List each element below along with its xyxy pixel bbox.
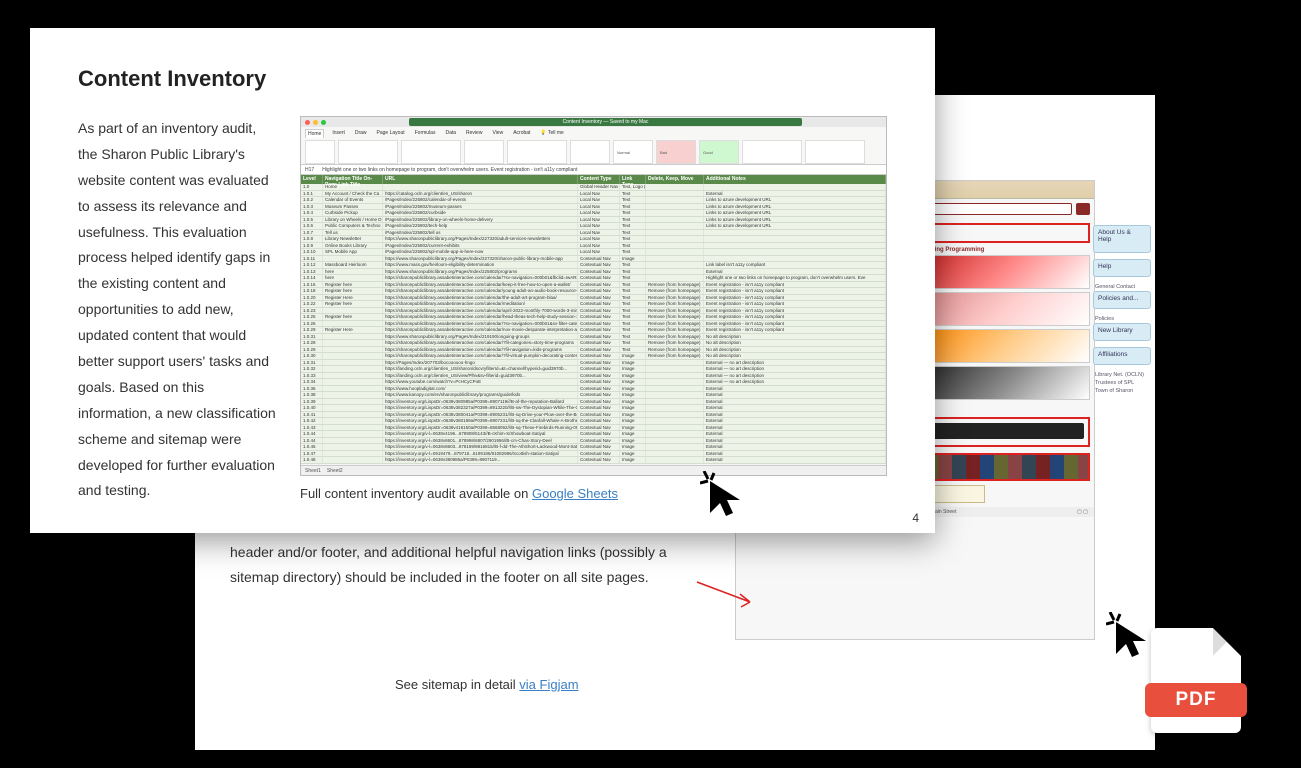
hdr-url: URL [383,175,578,184]
sidebar-affiliations: Affiliations [1093,347,1151,365]
sidebar-new-library: New Library [1093,323,1151,341]
page-title: Content Inventory [78,66,887,92]
spreadsheet-area: Content Inventory — Saved to my Mac Home… [300,116,887,504]
tool-group [401,140,461,164]
event-thumb [919,366,1090,400]
cursor-click-icon [1106,612,1156,662]
search-button-icon [1076,203,1090,215]
front-document-page: Content Inventory As part of an inventor… [30,28,935,533]
kanopy-logo [919,423,1084,439]
sheet-footer: Sheet1 Sheet2 [301,465,886,475]
sidebar-annotation: About Us & Help Help General Contact Pol… [1093,225,1151,395]
hdr-ctype: Content Type [578,175,620,184]
caption-prefix: Full content inventory audit available o… [300,486,532,501]
ribbon-tab: Draw [353,129,369,138]
column-headers: Level Navigation Title On-Page Link Titl… [301,175,886,184]
ribbon-tab: Formulas [413,129,438,138]
event-thumb [919,292,1090,326]
ribbon-tab: Acrobat [511,129,532,138]
front-body: As part of an inventory audit, the Sharo… [78,116,887,504]
sitemap-caption-prefix: See sitemap in detail [395,677,519,692]
ribbon-tabs: Home Insert Draw Page Layout Formulas Data Rev… [305,129,882,138]
cursor-click-icon [700,471,750,521]
inventory-paragraph: As part of an inventory audit, the Sharo… [78,116,278,504]
window-title: Content Inventory — Saved to my Mac [409,118,802,126]
spreadsheet-caption: Full content inventory audit available o… [300,486,887,501]
ribbon-tab: Page Layout [375,129,407,138]
formula-bar: H17 Highlight one or two links on homepa… [301,165,886,175]
sidebar-about-help: About Us & Help [1093,225,1151,253]
sidebar-sub: Library Net. (OCLN) [1093,371,1151,379]
back-page-body-text: header and/or footer, and additional hel… [230,540,710,590]
hdr-nav: Navigation Title On-Page Link Title [323,175,383,184]
tool-group: Normal [613,140,653,164]
ribbon-tools: Normal Bad Good [305,140,882,164]
tool-group [570,140,610,164]
sheet-tab: Sheet2 [327,468,343,474]
minimize-icon [313,120,318,125]
tool-group [805,140,865,164]
kanopy-block [919,423,1084,441]
hdr-ltype: Link Type [620,175,646,184]
sidebar-policies: Policies and... [1093,291,1151,309]
close-icon [305,120,310,125]
tell-me: 💡 Tell me [538,129,565,138]
ribbon-tab: Insert [330,129,347,138]
hdr-level: Level [301,175,323,184]
tool-group-good: Good [699,140,739,164]
tool-group [305,140,335,164]
pdf-page-shape: PDF [1151,628,1241,733]
ribbon-tab: Review [464,129,484,138]
zoom-icon [321,120,326,125]
pdf-file-icon[interactable]: PDF [1151,628,1241,733]
spreadsheet-grid: 1.0HomeGlobal Header NavText, Logo (imag… [301,184,886,464]
tool-group [742,140,802,164]
tool-group-bad: Bad [656,140,696,164]
sidebar-sub: General Contact [1093,283,1151,291]
right-column: Ongoing Programming [919,247,1090,411]
sidebar-sub: Policies [1093,315,1151,323]
sidebar-sub: Trustees of SPL [1093,379,1151,387]
footer-social-icons: ▢ ▢ [1077,509,1088,515]
sidebar-help: Help [1093,259,1151,277]
formula-text: Highlight one or two links on homepage t… [322,167,577,173]
figjam-link[interactable]: via Figjam [519,677,578,692]
ribbon-tab: View [490,129,505,138]
table-row: 1.0.48https://inventory.org/v-l=0638v380… [301,457,886,464]
tool-group [464,140,504,164]
mac-titlebar: Content Inventory — Saved to my Mac [301,117,886,127]
sidebar-sub: Town of Sharon [1093,387,1151,395]
right-col-heading: Ongoing Programming [919,247,1090,253]
hdr-notes: Additional Notes [704,175,886,184]
tool-group [507,140,567,164]
ribbon-tab: Data [443,129,458,138]
excel-ribbon: Home Insert Draw Page Layout Formulas Data Rev… [301,127,886,165]
sheet-tab: Sheet1 [305,468,321,474]
sitemap-caption: See sitemap in detail via Figjam [395,677,579,692]
event-thumb [919,329,1090,363]
tool-group [338,140,398,164]
excel-spreadsheet-screenshot: Content Inventory — Saved to my Mac Home… [300,116,887,476]
google-sheets-link[interactable]: Google Sheets [532,486,618,501]
pdf-label: PDF [1145,683,1247,717]
page-fold-icon [1213,628,1241,656]
page-number: 4 [912,511,919,525]
event-thumb [919,255,1090,289]
hdr-dkm: Delete, Keep, Move [646,175,704,184]
ribbon-tab: Home [305,129,324,138]
